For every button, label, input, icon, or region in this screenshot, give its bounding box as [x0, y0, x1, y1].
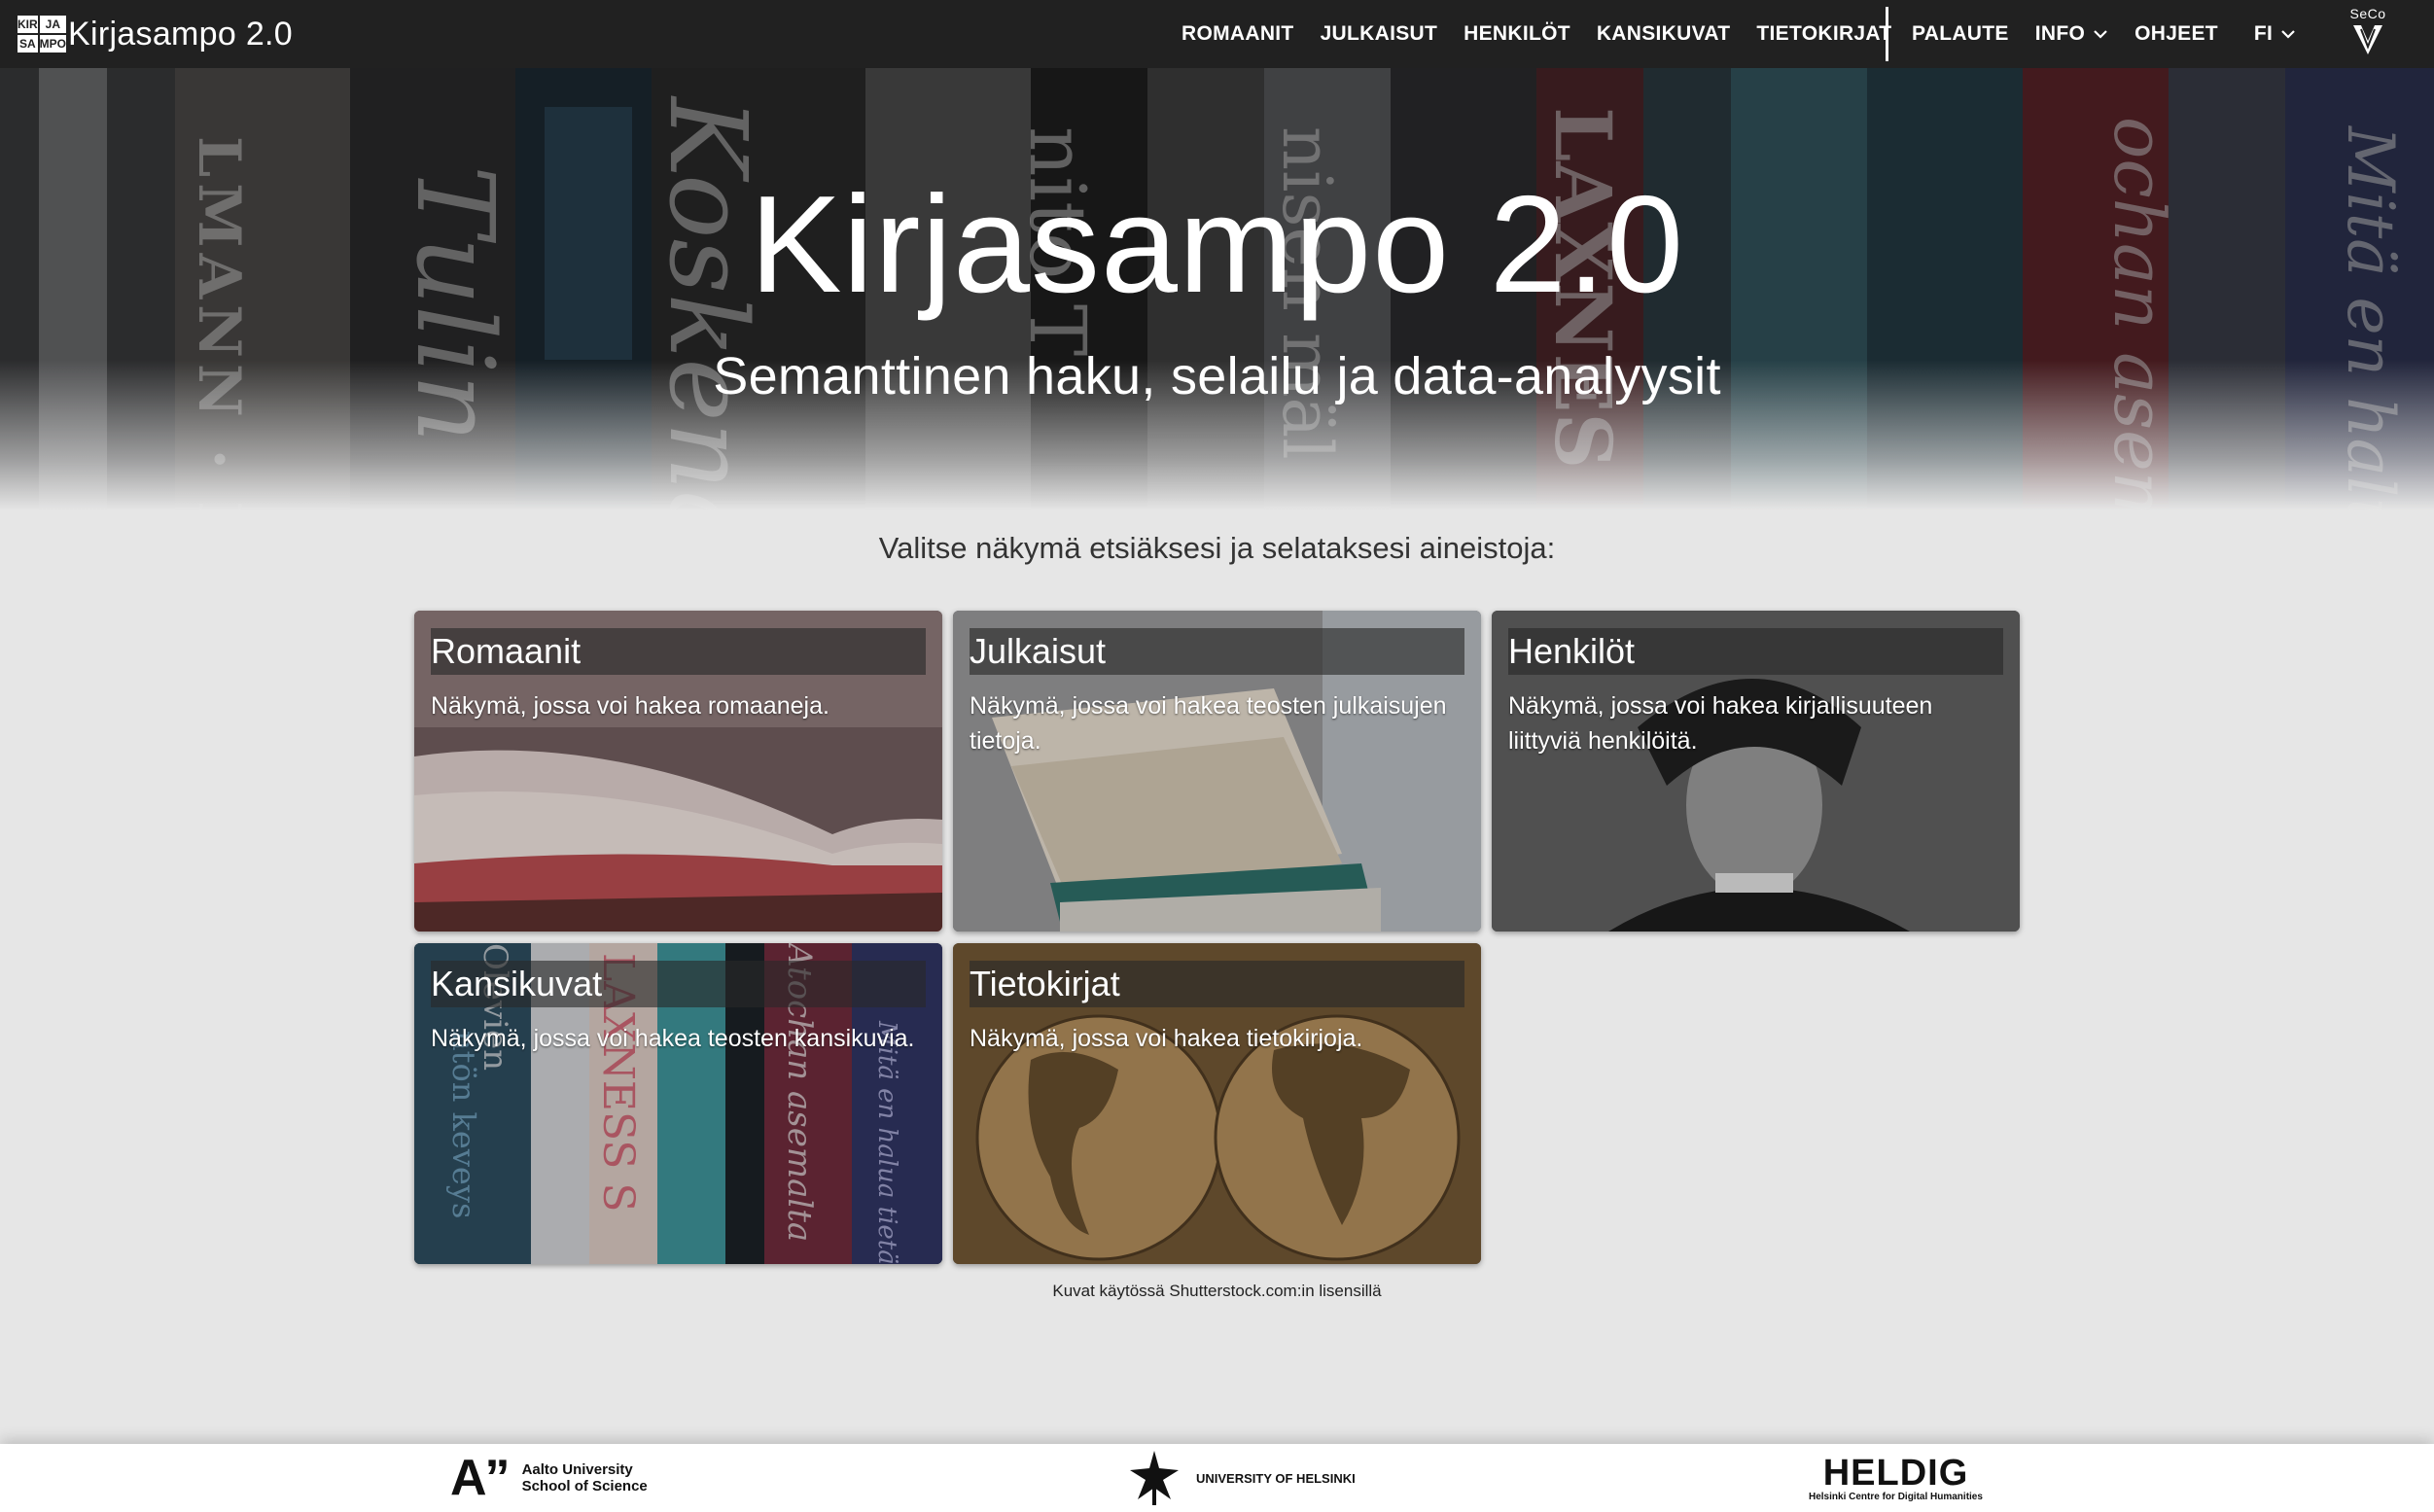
card-description: Näkymä, jossa voi hakea teosten julkaisu…	[970, 692, 1447, 755]
view-selection-prompt: Valitse näkymä etsiäksesi ja selataksesi…	[878, 531, 1556, 565]
card-kansikuvat[interactable]: Olevien ntön keveys LAXNESS S Atochan as…	[414, 943, 942, 1264]
card-title: Tietokirjat	[970, 961, 1464, 1007]
logo-cell: JA	[39, 16, 67, 33]
card-title-text: Kansikuvat	[431, 964, 603, 1003]
language-label: FI	[2253, 22, 2274, 45]
uh-label: UNIVERSITY OF HELSINKI	[1196, 1470, 1356, 1486]
card-description: Näkymä, jossa voi hakea teosten kansikuv…	[431, 1025, 915, 1052]
aalto-line1: Aalto University	[521, 1461, 633, 1478]
page: KIR JA SA MPO Kirjasampo 2.0 ROMAANIT JU…	[0, 0, 2434, 1512]
card-romaanit[interactable]: Romaanit Näkymä, jossa voi hakea romaane…	[414, 611, 942, 932]
card-henkilot[interactable]: Henkilöt Näkymä, jossa voi hakea kirjall…	[1492, 611, 2020, 932]
nav-kansikuvat[interactable]: KANSIKUVAT	[1597, 22, 1731, 46]
kirjasampo-logo-icon: KIR JA SA MPO	[18, 16, 67, 53]
nav-julkaisut[interactable]: JULKAISUT	[1321, 22, 1438, 46]
logo-cell: SA	[18, 35, 38, 53]
logo-cell: KIR	[18, 16, 38, 33]
heldig-logo: HELDIG	[1822, 1452, 1969, 1494]
brand-home-link[interactable]: KIR JA SA MPO Kirjasampo 2.0	[0, 0, 293, 68]
card-title-text: Henkilöt	[1508, 631, 1636, 671]
nav-romaanit[interactable]: ROMAANIT	[1182, 22, 1294, 46]
nav-henkilot[interactable]: HENKILÖT	[1464, 22, 1570, 46]
nav-info-label: INFO	[2034, 22, 2086, 45]
aalto-logo-link[interactable]: A” Aalto University School of Science	[450, 1444, 648, 1512]
heldig-logo-link[interactable]: HELDIG Helsinki Centre for Digital Human…	[1809, 1444, 1983, 1512]
card-title: Julkaisut	[970, 628, 1464, 675]
card-title: Henkilöt	[1508, 628, 2003, 675]
chevron-down-icon	[2094, 30, 2107, 39]
card-title: Romaanit	[431, 628, 926, 675]
nav-ohjeet[interactable]: OHJEET	[2134, 22, 2218, 46]
footer: A” Aalto University School of Science UN…	[0, 1444, 2434, 1512]
card-title-text: Julkaisut	[970, 631, 1107, 671]
nav-divider	[1886, 7, 1888, 61]
university-of-helsinki-logo-link[interactable]: UNIVERSITY OF HELSINKI	[1120, 1444, 1356, 1512]
image-credit: Kuvat käytössä Shutterstock.com:in lisen…	[1052, 1282, 1382, 1300]
seco-logo-icon	[2353, 25, 2382, 54]
language-selector[interactable]: FI	[2254, 22, 2296, 46]
card-description: Näkymä, jossa voi hakea kirjallisuuteen …	[1508, 692, 1933, 755]
card-description: Näkymä, jossa voi hakea tietokirjoja.	[970, 1025, 1363, 1052]
app-title: Kirjasampo 2.0	[68, 15, 293, 53]
seco-label: SeCo	[2349, 6, 2386, 21]
card-title-text: Tietokirjat	[970, 964, 1120, 1003]
seco-logo-link[interactable]: SeCo	[2344, 6, 2392, 62]
card-julkaisut[interactable]: Julkaisut Näkymä, jossa voi hakea teoste…	[953, 611, 1481, 932]
top-app-bar: KIR JA SA MPO Kirjasampo 2.0 ROMAANIT JU…	[0, 0, 2434, 68]
card-title: Kansikuvat	[431, 961, 926, 1007]
card-description: Näkymä, jossa voi hakea romaaneja.	[431, 692, 829, 720]
aalto-label: Aalto University School of Science	[522, 1461, 648, 1494]
logo-cell: MPO	[39, 35, 67, 53]
card-tietokirjat[interactable]: Tietokirjat Näkymä, jossa voi hakea tiet…	[953, 943, 1481, 1264]
helsinki-flame-logo-icon	[1130, 1451, 1179, 1505]
nav-tietokirjat[interactable]: TIETOKIRJAT	[1756, 22, 1891, 46]
aalto-line2: School of Science	[521, 1478, 648, 1494]
secondary-nav: PALAUTE INFO OHJEET FI	[1912, 0, 2322, 68]
hero-subtitle: Semanttinen haku, selailu ja data-analyy…	[713, 347, 1721, 405]
nav-palaute[interactable]: PALAUTE	[1912, 22, 2009, 46]
heldig-subtitle: Helsinki Centre for Digital Humanities	[1809, 1491, 1983, 1502]
aalto-logo-icon: A”	[450, 1450, 511, 1506]
card-title-text: Romaanit	[431, 631, 582, 671]
hero-banner: LMANN · MA Tulin Koskena nito T nisen mä…	[0, 68, 2434, 510]
nav-info-menu[interactable]: INFO	[2035, 22, 2108, 46]
main-nav: ROMAANIT JULKAISUT HENKILÖT KANSIKUVAT T…	[1182, 0, 1918, 68]
chevron-down-icon	[2281, 30, 2295, 39]
hero-title: Kirjasampo 2.0	[749, 167, 1685, 322]
